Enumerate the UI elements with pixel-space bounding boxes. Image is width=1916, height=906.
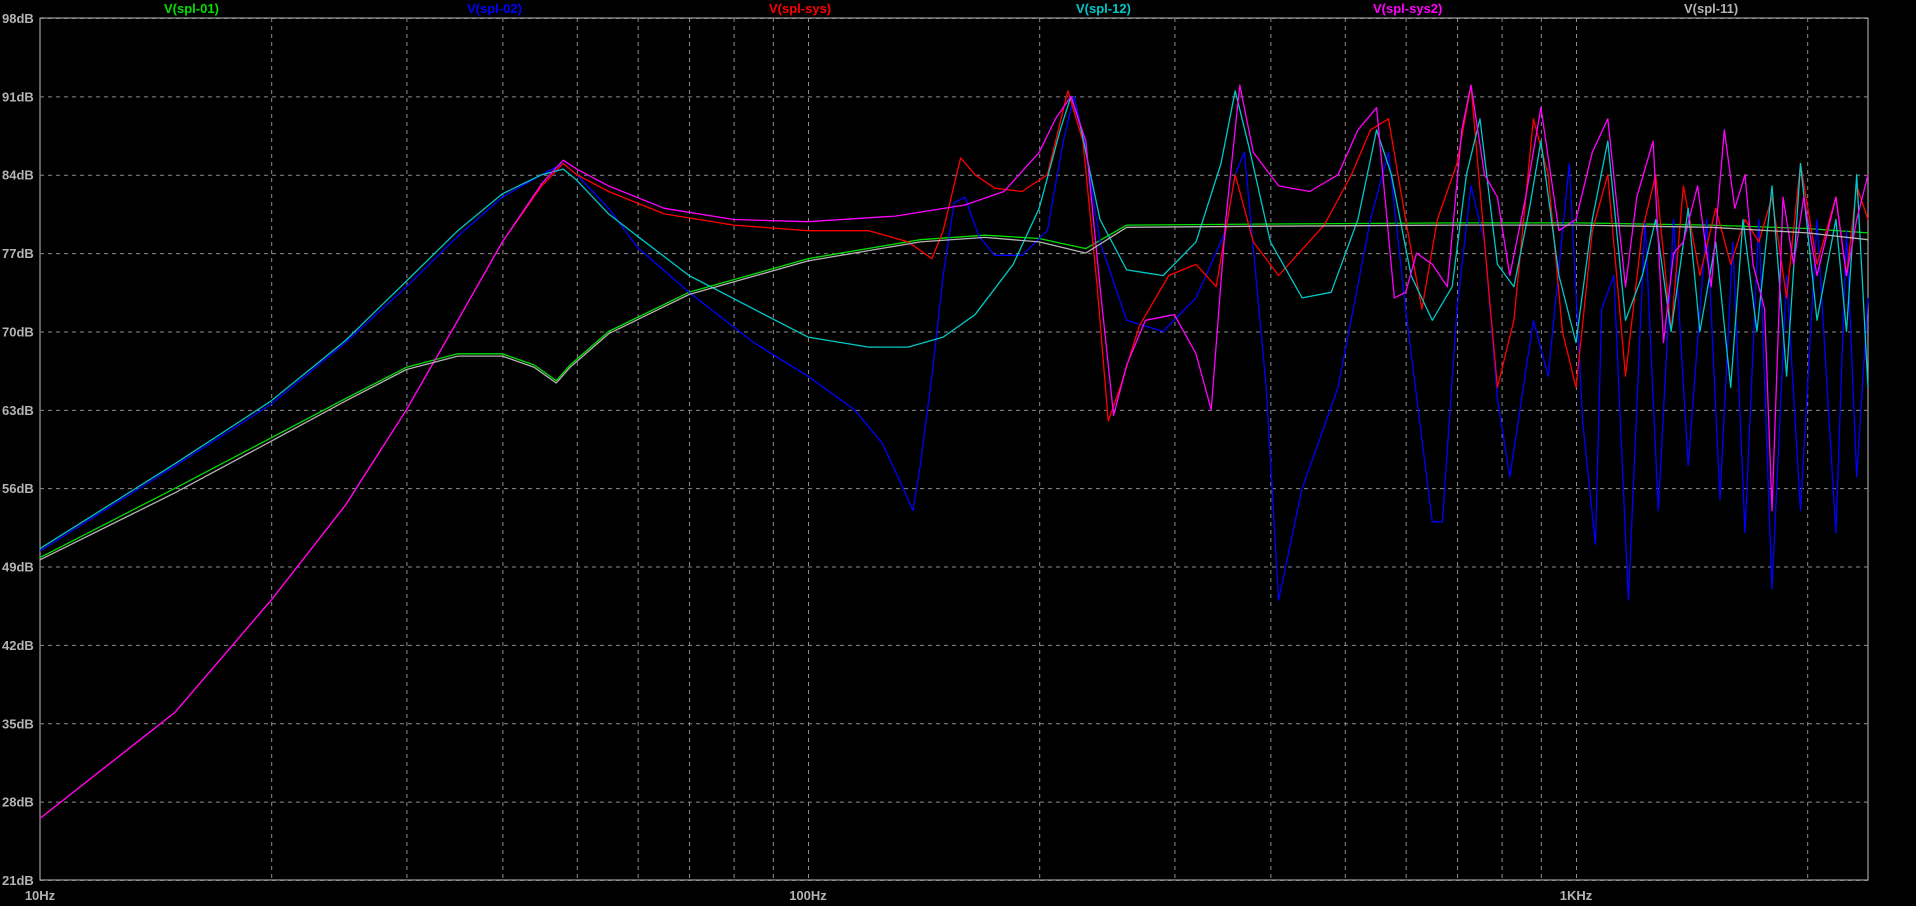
series-line-v-spl-sys2[interactable] (39, 84, 1869, 819)
x-tick-label: 10Hz (25, 888, 56, 903)
y-tick-label: 63dB (2, 403, 34, 418)
series-line-v-spl-sys[interactable] (39, 84, 1869, 819)
y-tick-label: 49dB (2, 560, 34, 575)
y-tick-label: 21dB (2, 873, 34, 888)
series-line-v-spl-11[interactable] (39, 224, 1869, 561)
y-tick-label: 98dB (2, 11, 34, 26)
y-tick-label: 56dB (2, 481, 34, 496)
y-tick-label: 28dB (2, 795, 34, 810)
grid (40, 18, 1868, 881)
y-tick-label: 35dB (2, 716, 34, 731)
series-line-v-spl-02[interactable] (39, 95, 1869, 601)
plot-frame (39, 17, 1869, 881)
x-tick-label: 1KHz (1560, 888, 1593, 903)
y-tick-label: 84dB (2, 168, 34, 183)
y-tick-label: 42dB (2, 638, 34, 653)
x-axis: 10Hz 100Hz 1KHz (25, 888, 1593, 903)
series-line-v-spl-12[interactable] (39, 90, 1869, 550)
series-line-v-spl-01[interactable] (39, 222, 1869, 559)
plot-area[interactable]: 98dB 91dB 84dB 77dB 70dB 63dB 56dB 49dB 42dB 35dB… (0, 0, 1916, 906)
x-tick-label: 100Hz (789, 888, 827, 903)
y-tick-label: 91dB (2, 89, 34, 104)
y-tick-label: 70dB (2, 324, 34, 339)
y-tick-label: 77dB (2, 246, 34, 261)
series-lines (39, 84, 1869, 819)
y-axis: 98dB 91dB 84dB 77dB 70dB 63dB 56dB 49dB 42dB 35dB… (2, 11, 34, 888)
